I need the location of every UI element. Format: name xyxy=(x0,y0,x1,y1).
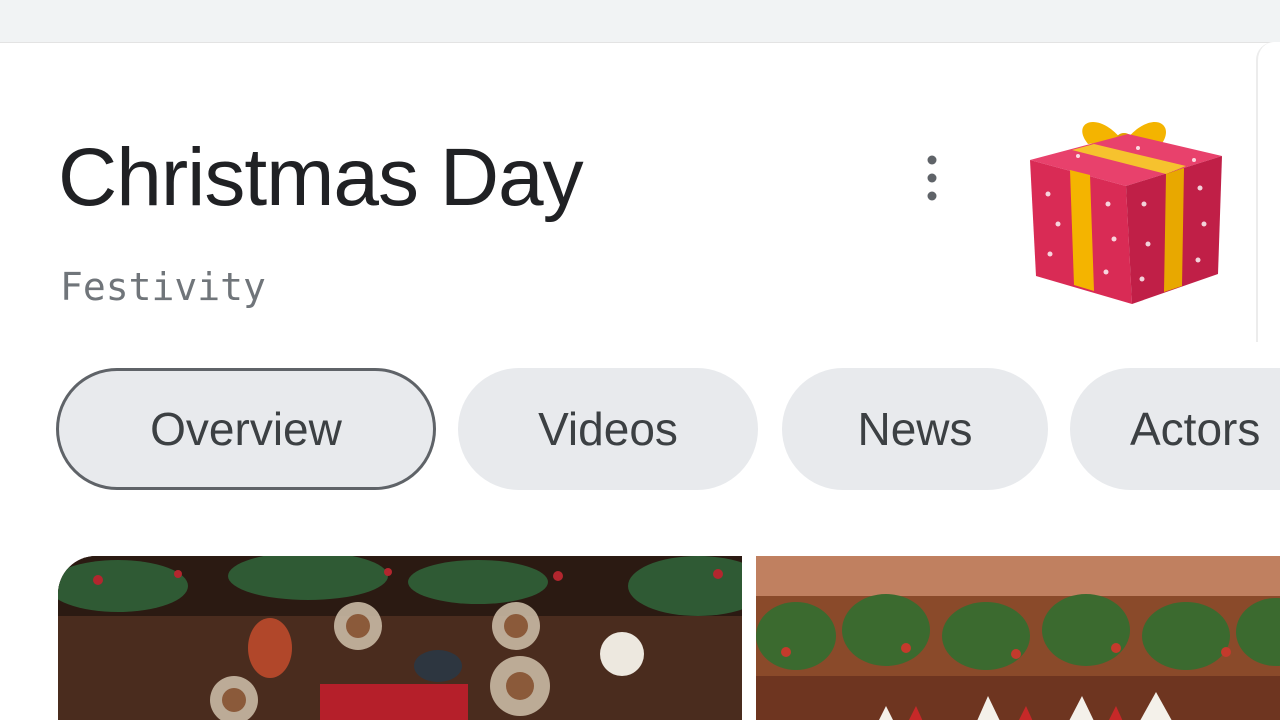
entity-tabs: Overview Videos News Actors xyxy=(56,368,1280,494)
entity-title: Christmas Day xyxy=(58,132,584,223)
tab-videos-label: Videos xyxy=(538,403,678,455)
tab-news-label: News xyxy=(857,403,973,455)
tab-actors[interactable]: Actors xyxy=(1070,368,1280,490)
tab-actors-label: Actors xyxy=(1130,403,1261,455)
tab-news[interactable]: News xyxy=(782,368,1048,490)
top-bar xyxy=(0,0,1280,43)
tab-overview[interactable]: Overview xyxy=(56,368,436,490)
image-thumbnail-stockings[interactable] xyxy=(756,556,1280,720)
more-options-button[interactable] xyxy=(906,148,958,208)
entity-subtitle: Festivity xyxy=(60,265,266,309)
gift-icon xyxy=(1030,121,1222,304)
tab-videos[interactable]: Videos xyxy=(458,368,758,490)
tab-overview-label: Overview xyxy=(150,403,342,455)
adjacent-panel-edge xyxy=(1256,42,1280,342)
stockings-photo xyxy=(756,556,1280,720)
search-result-viewport: Christmas Day Festivity Overview Videos … xyxy=(0,0,1280,720)
image-thumbnail-decorations[interactable] xyxy=(58,556,742,720)
decorations-photo xyxy=(58,556,742,720)
gift-image xyxy=(1018,104,1230,316)
more-vert-icon xyxy=(927,155,937,201)
